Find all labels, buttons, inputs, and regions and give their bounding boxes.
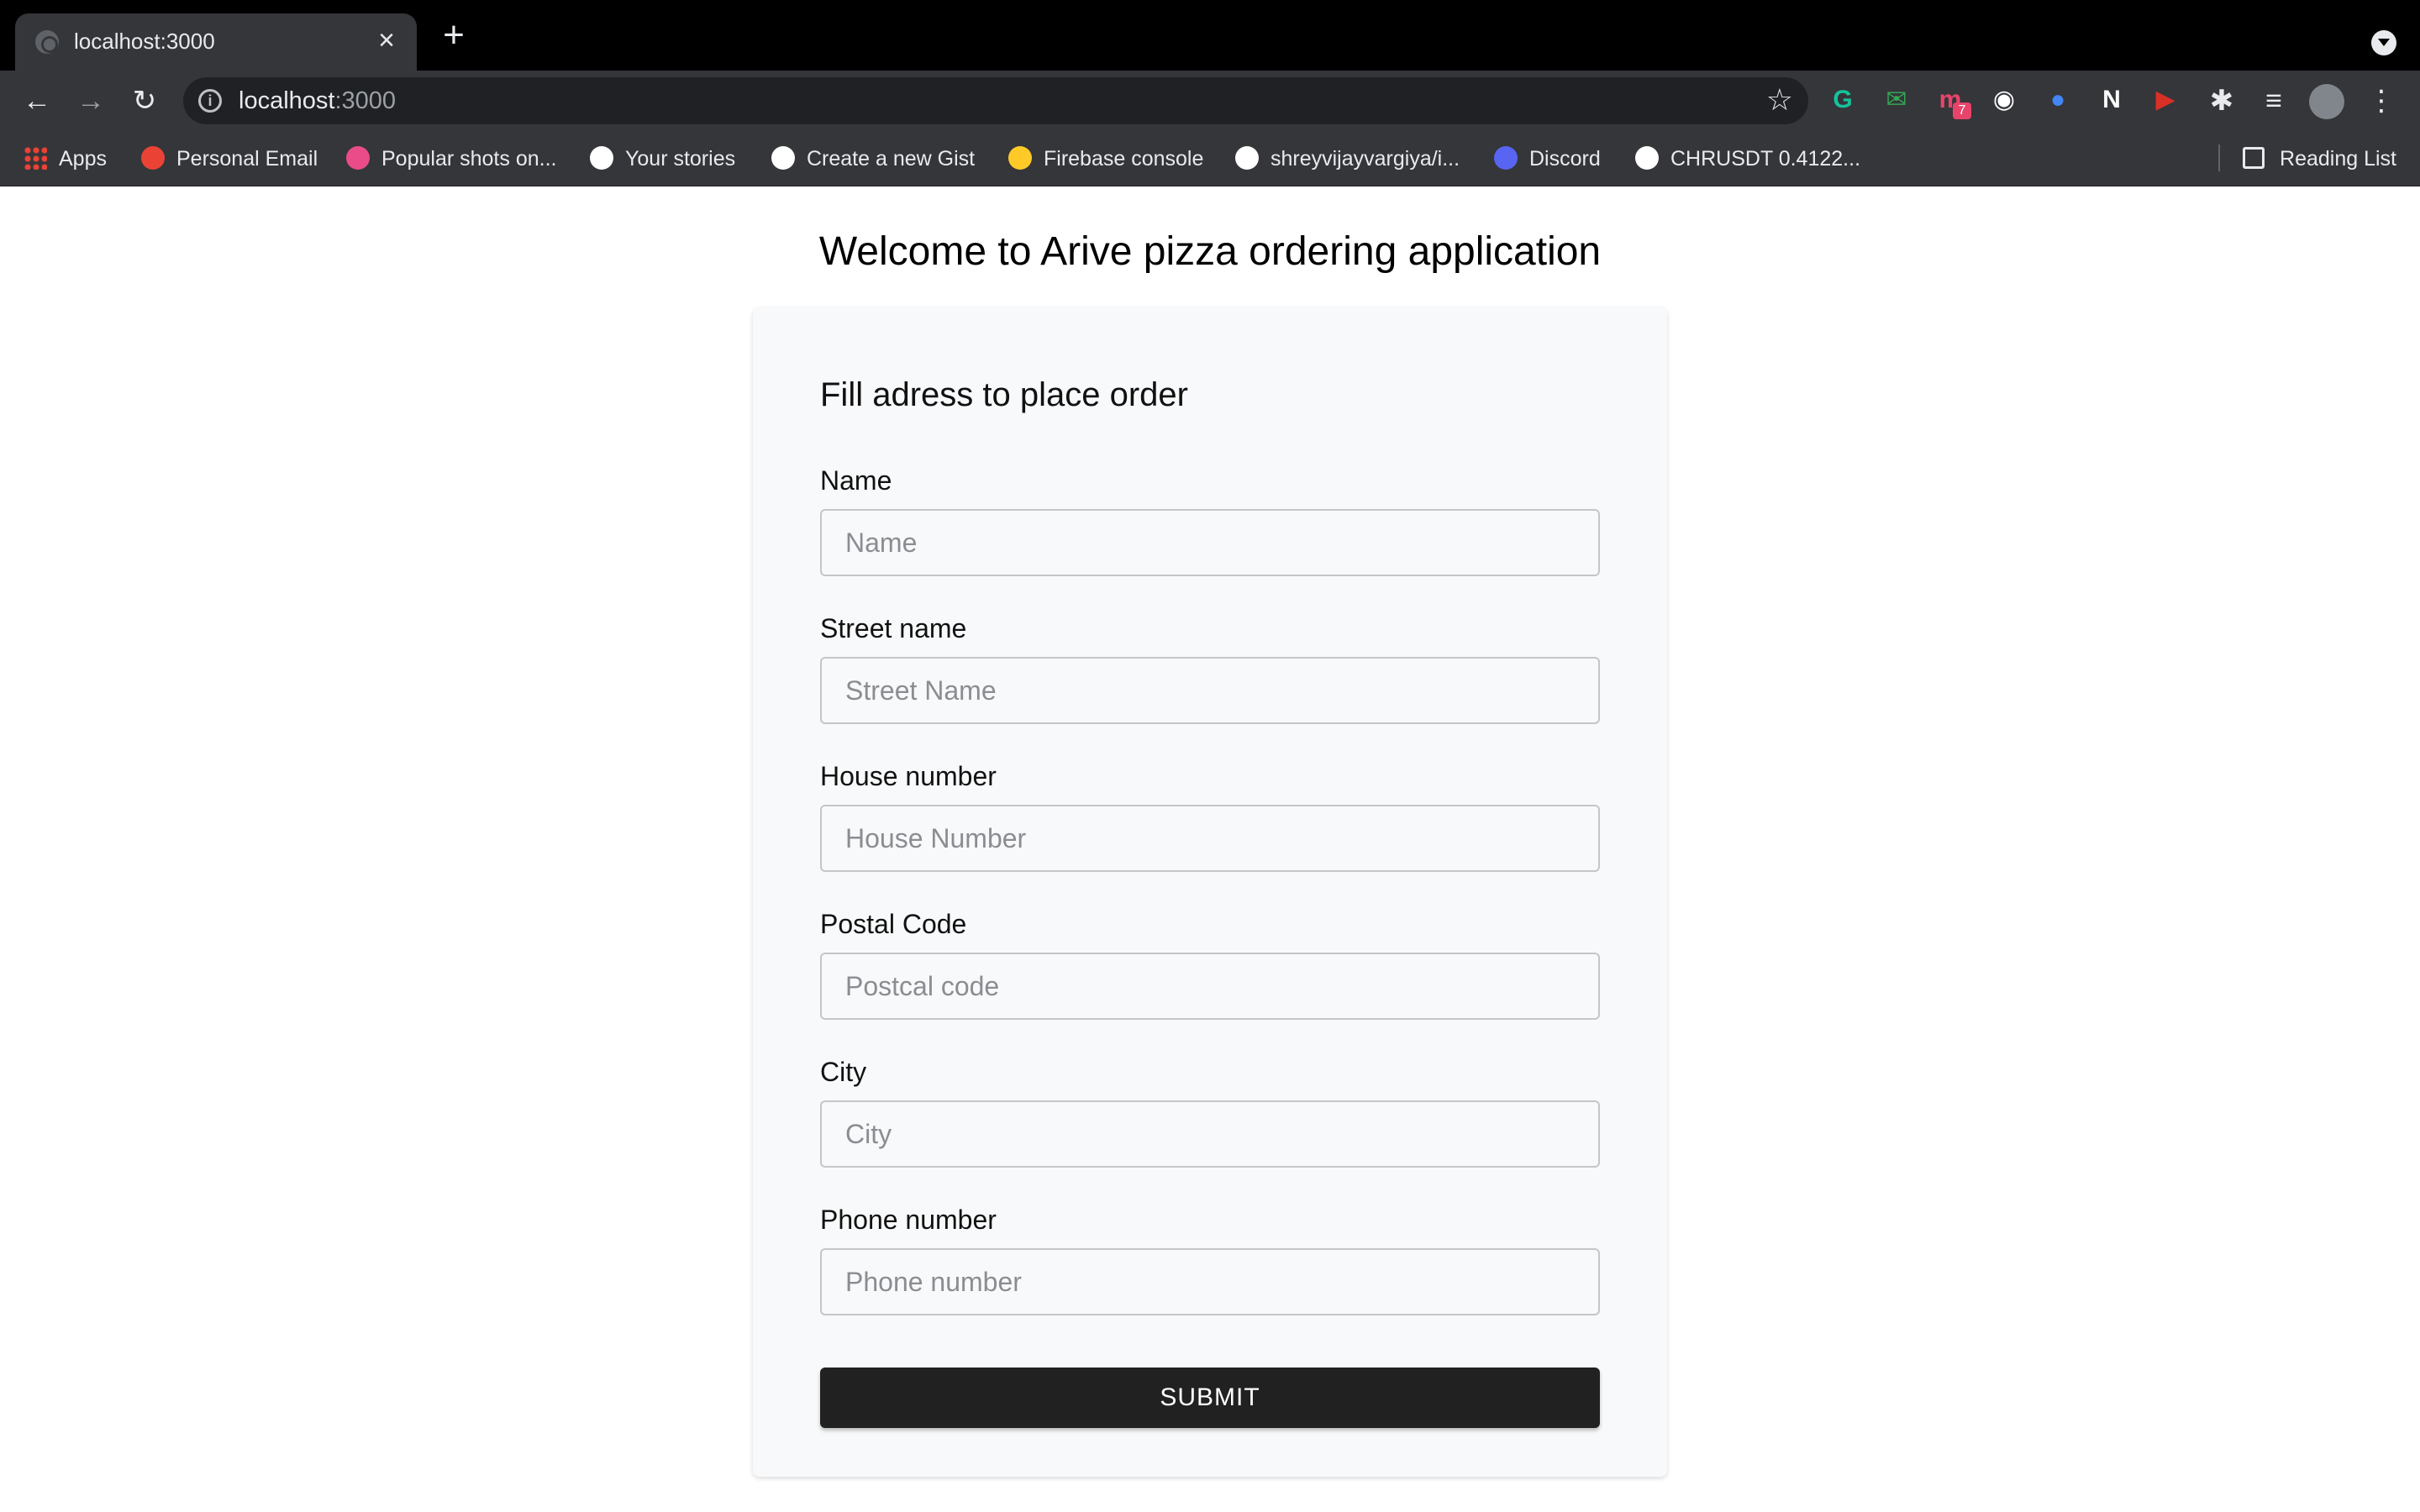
bookmark-label: Firebase console: [1044, 147, 1204, 171]
page-heading: Welcome to Arive pizza ordering applicat…: [818, 229, 1602, 274]
bookmark-item[interactable]: shreyvijayvargiya/i...: [1235, 144, 1460, 173]
submit-button[interactable]: SUBMIT: [820, 1368, 1600, 1428]
bookmarks-bar: Reading List Apps Personal Email Popular s…: [0, 131, 2420, 186]
new-tab-button[interactable]: +: [437, 17, 471, 54]
name-input[interactable]: [820, 509, 1600, 576]
address-bar[interactable]: i localhost:3000 ☆: [183, 77, 1808, 124]
street-name-label: Street name: [820, 613, 967, 643]
extension-badge-count: 7: [1953, 102, 1971, 119]
bookmark-item[interactable]: Popular shots on...: [346, 144, 556, 173]
phone-number-input[interactable]: [820, 1248, 1600, 1315]
page-content: Welcome to Arive pizza ordering applicat…: [0, 186, 2420, 1512]
globe-icon: [35, 30, 59, 54]
street-name-input[interactable]: [820, 657, 1600, 724]
bookmarks-divider: [2218, 144, 2220, 171]
bookmark-label: Personal Email: [176, 147, 318, 171]
form-title: Fill adress to place order: [820, 376, 1188, 413]
url-text[interactable]: localhost:3000: [239, 87, 396, 115]
bookmark-item[interactable]: Create a new Gist: [771, 144, 975, 173]
github-icon: [771, 146, 795, 171]
tab-strip: localhost:3000 × +: [0, 0, 2420, 71]
postal-code-label: Postal Code: [820, 909, 967, 939]
media-control-icon[interactable]: ≡: [2255, 82, 2292, 119]
tab-search-icon[interactable]: [2371, 30, 2396, 55]
notion-icon[interactable]: N: [2097, 86, 2126, 114]
bookmark-item[interactable]: Firebase console: [1008, 144, 1203, 173]
postal-code-input[interactable]: [820, 953, 1600, 1020]
reload-icon[interactable]: ↻: [126, 82, 163, 119]
house-number-label: House number: [820, 761, 997, 791]
browser-toolbar: ← → ↻ i localhost:3000 ☆ G ✉ m 7 ◉ ● N ▶ ✱ ≡ ⋮: [0, 71, 2420, 131]
bookmark-label: Popular shots on...: [381, 147, 557, 171]
name-label: Name: [820, 465, 892, 496]
tradingview-icon: [1635, 146, 1659, 171]
bookmark-label: Your stories: [625, 147, 736, 171]
active-tab[interactable]: localhost:3000 ×: [15, 13, 417, 71]
medium-icon: [590, 146, 613, 171]
back-arrow-icon[interactable]: ←: [18, 82, 55, 119]
tab-title: localhost:3000: [74, 29, 215, 54]
bookmark-label: Apps: [59, 147, 107, 171]
browser-menu-icon[interactable]: ⋮: [2363, 82, 2400, 119]
globe-extension-icon[interactable]: ●: [2044, 86, 2072, 114]
discord-icon: [1494, 146, 1518, 171]
city-label: City: [820, 1057, 867, 1087]
apps-grid-icon: [24, 146, 47, 171]
tab-close-icon[interactable]: ×: [371, 25, 402, 55]
phone-number-label: Phone number: [820, 1205, 997, 1235]
city-input[interactable]: [820, 1100, 1600, 1168]
reading-list-button[interactable]: Reading List: [2243, 144, 2396, 173]
bookmark-item[interactable]: CHRUSDT 0.4122...: [1635, 144, 1860, 173]
bookmark-label: shreyvijayvargiya/i...: [1270, 147, 1460, 171]
reading-list-icon: [2243, 147, 2265, 170]
site-info-icon[interactable]: i: [198, 89, 222, 113]
bookmark-item[interactable]: Discord: [1494, 144, 1601, 173]
mail-extension-icon[interactable]: ✉: [1882, 86, 1911, 114]
github-icon: [1235, 146, 1259, 171]
profile-avatar[interactable]: [2309, 84, 2344, 119]
extensions-puzzle-icon[interactable]: ✱: [2203, 82, 2240, 119]
dribbble-icon: [346, 146, 370, 171]
bookmark-item[interactable]: Personal Email: [141, 144, 318, 173]
grammarly-icon[interactable]: G: [1828, 86, 1857, 114]
bookmark-label: Create a new Gist: [807, 147, 976, 171]
firebase-icon: [1008, 146, 1032, 171]
bookmark-item[interactable]: Apps: [24, 144, 107, 173]
extension-circle-icon[interactable]: ◉: [1990, 86, 2018, 114]
house-number-input[interactable]: [820, 805, 1600, 872]
bookmark-star-icon[interactable]: ☆: [1766, 82, 1793, 118]
bookmark-label: CHRUSDT 0.4122...: [1670, 147, 1861, 171]
bookmark-item[interactable]: Your stories: [590, 144, 735, 173]
forward-arrow-icon[interactable]: →: [72, 82, 109, 119]
bookmark-label: Discord: [1529, 147, 1601, 171]
video-extension-icon[interactable]: ▶: [2151, 86, 2180, 114]
order-form-card: Fill adress to place order Name Street na…: [753, 307, 1667, 1477]
gmail-icon: [141, 146, 165, 171]
